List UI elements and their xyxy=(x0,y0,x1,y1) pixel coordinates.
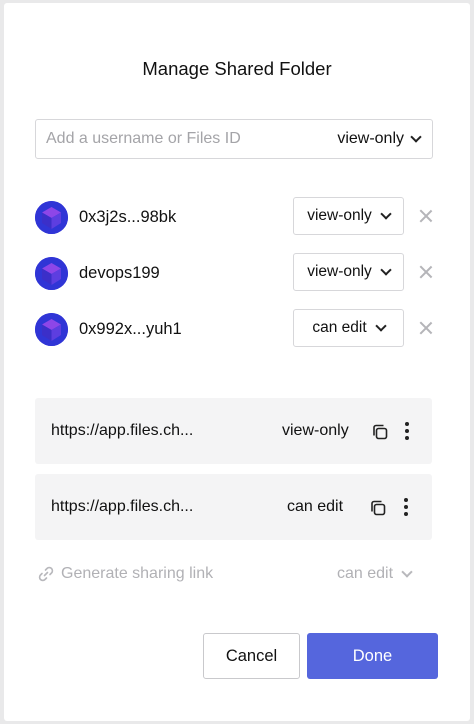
sharing-link-permission[interactable]: can edit xyxy=(287,474,343,540)
add-user-input[interactable] xyxy=(46,120,316,158)
generate-sharing-link-label: Generate sharing link xyxy=(61,565,214,582)
close-icon[interactable] xyxy=(418,264,434,280)
generate-link-permission-dropdown[interactable]: can edit xyxy=(337,562,413,586)
sharing-link-permission[interactable]: view-only xyxy=(282,398,349,464)
sharing-link-url[interactable]: https://app.files.ch... xyxy=(51,398,193,464)
cube-avatar-icon xyxy=(35,257,68,290)
sharing-link-card: https://app.files.ch... view-only xyxy=(35,398,432,464)
chevron-down-icon xyxy=(380,208,392,220)
cancel-button[interactable]: Cancel xyxy=(203,633,300,679)
dialog-title: Manage Shared Folder xyxy=(142,58,332,79)
member-row: 0x992x...yuh1 can edit xyxy=(35,309,435,349)
cube-avatar-icon xyxy=(35,201,68,234)
chevron-down-icon xyxy=(374,320,387,332)
chevron-down-icon xyxy=(380,264,392,276)
generate-sharing-link-button[interactable]: Generate sharing link xyxy=(37,562,213,586)
sharing-link-url[interactable]: https://app.files.ch... xyxy=(51,474,193,540)
cube-avatar-icon xyxy=(35,313,68,346)
member-name: 0x992x...yuh1 xyxy=(79,320,182,338)
done-button[interactable]: Done xyxy=(307,633,438,679)
member-permission-label: can edit xyxy=(312,319,367,336)
member-permission-label: view-only xyxy=(307,207,372,224)
member-permission-dropdown[interactable]: view-only xyxy=(293,197,404,235)
member-row: devops199 view-only xyxy=(35,253,435,293)
close-icon[interactable] xyxy=(418,208,434,224)
sharing-link-card: https://app.files.ch... can edit xyxy=(35,474,432,540)
member-row: 0x3j2s...98bk view-only xyxy=(35,197,435,237)
member-permission-dropdown[interactable]: view-only xyxy=(293,253,404,291)
add-user-permission-label: view-only xyxy=(337,130,404,147)
copy-icon[interactable] xyxy=(369,499,387,517)
member-permission-dropdown[interactable]: can edit xyxy=(293,309,404,347)
kebab-menu-icon[interactable] xyxy=(402,496,410,518)
member-name: 0x3j2s...98bk xyxy=(79,208,177,226)
chevron-down-icon xyxy=(401,566,413,578)
member-permission-label: view-only xyxy=(307,263,372,280)
add-user-field: view-only xyxy=(35,119,433,159)
close-icon[interactable] xyxy=(418,320,434,336)
link-icon xyxy=(38,566,54,582)
chevron-down-icon xyxy=(410,131,422,143)
generate-link-permission-label: can edit xyxy=(337,565,394,582)
add-user-permission-dropdown[interactable]: view-only xyxy=(337,120,422,158)
kebab-menu-icon[interactable] xyxy=(403,420,411,442)
member-name: devops199 xyxy=(79,264,160,282)
copy-icon[interactable] xyxy=(371,423,389,441)
manage-shared-folder-dialog xyxy=(4,3,470,721)
